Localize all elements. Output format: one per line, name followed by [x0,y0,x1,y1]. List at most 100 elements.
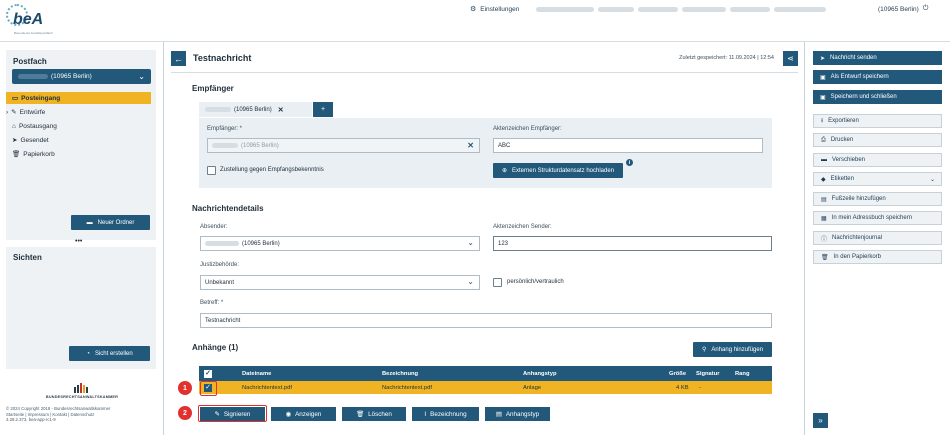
chevron-right-icon: › [6,108,9,116]
more-dots[interactable]: ••• [75,238,82,245]
add-footer-button[interactable]: ▤ Fußzeile hinzufügen [813,192,942,206]
back-arrow-icon[interactable]: ← [171,51,186,66]
col-rang[interactable]: Rang [735,366,750,381]
col-anhangstyp[interactable]: Anhangstyp [523,366,557,381]
az-sender-input[interactable]: 123 [493,236,772,251]
cell-description: Nachrichtentext.pdf [382,384,432,391]
marker-1-frame [200,381,217,396]
labels-button[interactable]: ◆ Etiketten ⌄ [813,172,942,186]
info-icon[interactable]: i [626,159,633,166]
sidebar-item-postausgang[interactable]: ⌂ Postausgang [6,120,151,132]
col-dateiname[interactable]: Dateiname [242,366,271,381]
add-attachment-label: Anhang hinzufügen [711,346,764,353]
view-button[interactable]: ◉ Anzeigen [271,407,336,421]
attachment-type-button[interactable]: ▤ Anhangstyp [485,407,550,421]
table-row[interactable]: ✓ Nachrichtentext.pdf Nachrichtentext.pd… [199,381,772,394]
action-label: Verschieben [832,157,866,163]
col-groesse[interactable]: Größe [669,366,686,381]
col-bezeichnung[interactable]: Bezeichnung [382,366,418,381]
clear-icon[interactable]: ✕ [467,141,474,150]
last-saved: Zuletzt gespeichert: 11.09.2024 | 12:54 [679,55,774,61]
mailbox-title: Postfach [13,57,47,66]
select-all-checkbox[interactable]: ✓ [204,366,212,381]
cell-signature: - [699,384,701,391]
create-view-button[interactable]: ◔ Sicht erstellen [69,346,150,361]
info-icon: ⓘ [821,236,828,243]
cell-filename: Nachrichtentext.pdf [242,384,292,391]
sign-button[interactable]: ✎ Signieren [200,407,265,421]
view-icon: ◔ [86,350,90,357]
recipient-field[interactable]: (10965 Berlin) ✕ [207,138,480,153]
download-icon: ⭳ [821,118,824,124]
rename-label: Bezeichnung [430,410,467,418]
blurred-nav [536,4,826,14]
remove-icon[interactable]: ✕ [278,106,284,114]
action-label: Exportieren [828,118,859,124]
trash-icon: 🗑 [821,254,829,261]
az-recipient-label: Aktenzeichen Empfänger: [493,126,562,132]
authority-select[interactable]: Unbekannt ⌄ [200,275,480,290]
add-recipient-button[interactable]: + [313,102,333,117]
recipient-value: (10965 Berlin) [241,142,279,149]
subject-input[interactable]: Testnachricht [200,313,772,328]
col-signatur[interactable]: Signatur [696,366,720,381]
new-folder-label: Neuer Ordner [97,219,135,226]
sidebar-item-entwuerfe[interactable]: › ✎ Entwürfe [6,106,151,118]
authority-label: Justizbehörde: [200,262,240,268]
sidebar-item-posteingang[interactable]: ▭ Posteingang [6,92,151,104]
send-message-button[interactable]: ➤ Nachricht senden [813,51,942,65]
settings-label: Einstellungen [480,5,520,13]
blurred-item [682,6,726,12]
view-label: Anzeigen [295,410,322,418]
sender-select[interactable]: (10965 Berlin) ⌄ [200,236,480,251]
save-icon: ▣ [820,74,826,81]
blurred-item [774,6,826,12]
sidebar-item-papierkorb[interactable]: 🗑 Papierkorb [6,148,151,160]
confidential-checkbox[interactable] [493,278,502,287]
plus-circle-icon: ⊕ [501,168,507,174]
create-view-label: Sicht erstellen [94,350,133,357]
save-draft-button[interactable]: ▣ Als Entwurf speichern [813,70,942,84]
recipient-chip-label: (10965 Berlin) [234,106,272,113]
bea-logo[interactable]: beA Besonderes Anwaltspostfach [6,4,56,38]
rename-button[interactable]: I Bezeichnung [412,407,479,421]
sidebar-item-label: Gesendet [20,136,49,144]
delivery-checkbox[interactable] [207,166,216,175]
trash-icon: 🗑 [356,411,365,418]
sender-value: (10965 Berlin) [242,240,280,247]
message-journal-button[interactable]: ⓘ Nachrichtenjournal [813,231,942,245]
authority-value: Unbekannt [205,279,235,286]
export-button[interactable]: ⭳ Exportieren [813,114,942,128]
settings-link[interactable]: ⚙ Einstellungen [470,4,519,14]
user-menu[interactable]: (10965 Berlin) ⏻ [878,4,928,14]
subject-label: Betreff: * [200,300,224,306]
sidebar-item-label: Posteingang [21,94,61,102]
pen-icon: ✎ [214,410,220,418]
add-attachment-button[interactable]: ⚲ Anhang hinzufügen [693,342,772,357]
action-label: Nachrichtenjournal [832,235,883,241]
blurred-item [730,6,770,12]
collapse-panel-icon[interactable]: » [813,413,828,428]
upload-structure-button[interactable]: ⊕ Externen Strukturdatensatz hochladen [493,163,623,178]
print-button[interactable]: ⎙ Drucken [813,133,942,147]
az-recipient-input[interactable]: ABC [493,138,763,153]
power-icon[interactable]: ⏻ [923,5,929,13]
save-address-button[interactable]: ▦ In mein Adressbuch speichern [813,211,942,225]
delete-button[interactable]: 🗑 Löschen [342,407,406,421]
save-close-button[interactable]: ▣ Speichern und schließen [813,90,942,104]
recipient-label: Empfänger: * [207,126,243,132]
mailbox-select[interactable]: (10965 Berlin) ⌄ [12,69,151,84]
recipient-chip[interactable]: (10965 Berlin) ✕ [199,102,312,117]
sidebar-item-gesendet[interactable]: ➤ Gesendet [6,134,151,146]
move-button[interactable]: ▬ Verschieben [813,153,942,167]
trash-icon: 🗑 [12,151,21,158]
sidebar-item-label: Papierkorb [23,150,55,158]
move-to-trash-button[interactable]: 🗑 In den Papierkorb [813,250,942,264]
share-icon[interactable]: ⋖ [783,51,798,66]
paperclip-icon: ⚲ [701,347,707,353]
az-sender-label: Aktenzeichen Sender: [493,224,552,230]
confidential-label: persönlich/vertraulich [507,279,564,285]
address-book-icon: ▦ [821,215,827,222]
attachments-title: Anhänge (1) [192,343,239,352]
new-folder-button[interactable]: ▬ Neuer Ordner [71,215,150,230]
